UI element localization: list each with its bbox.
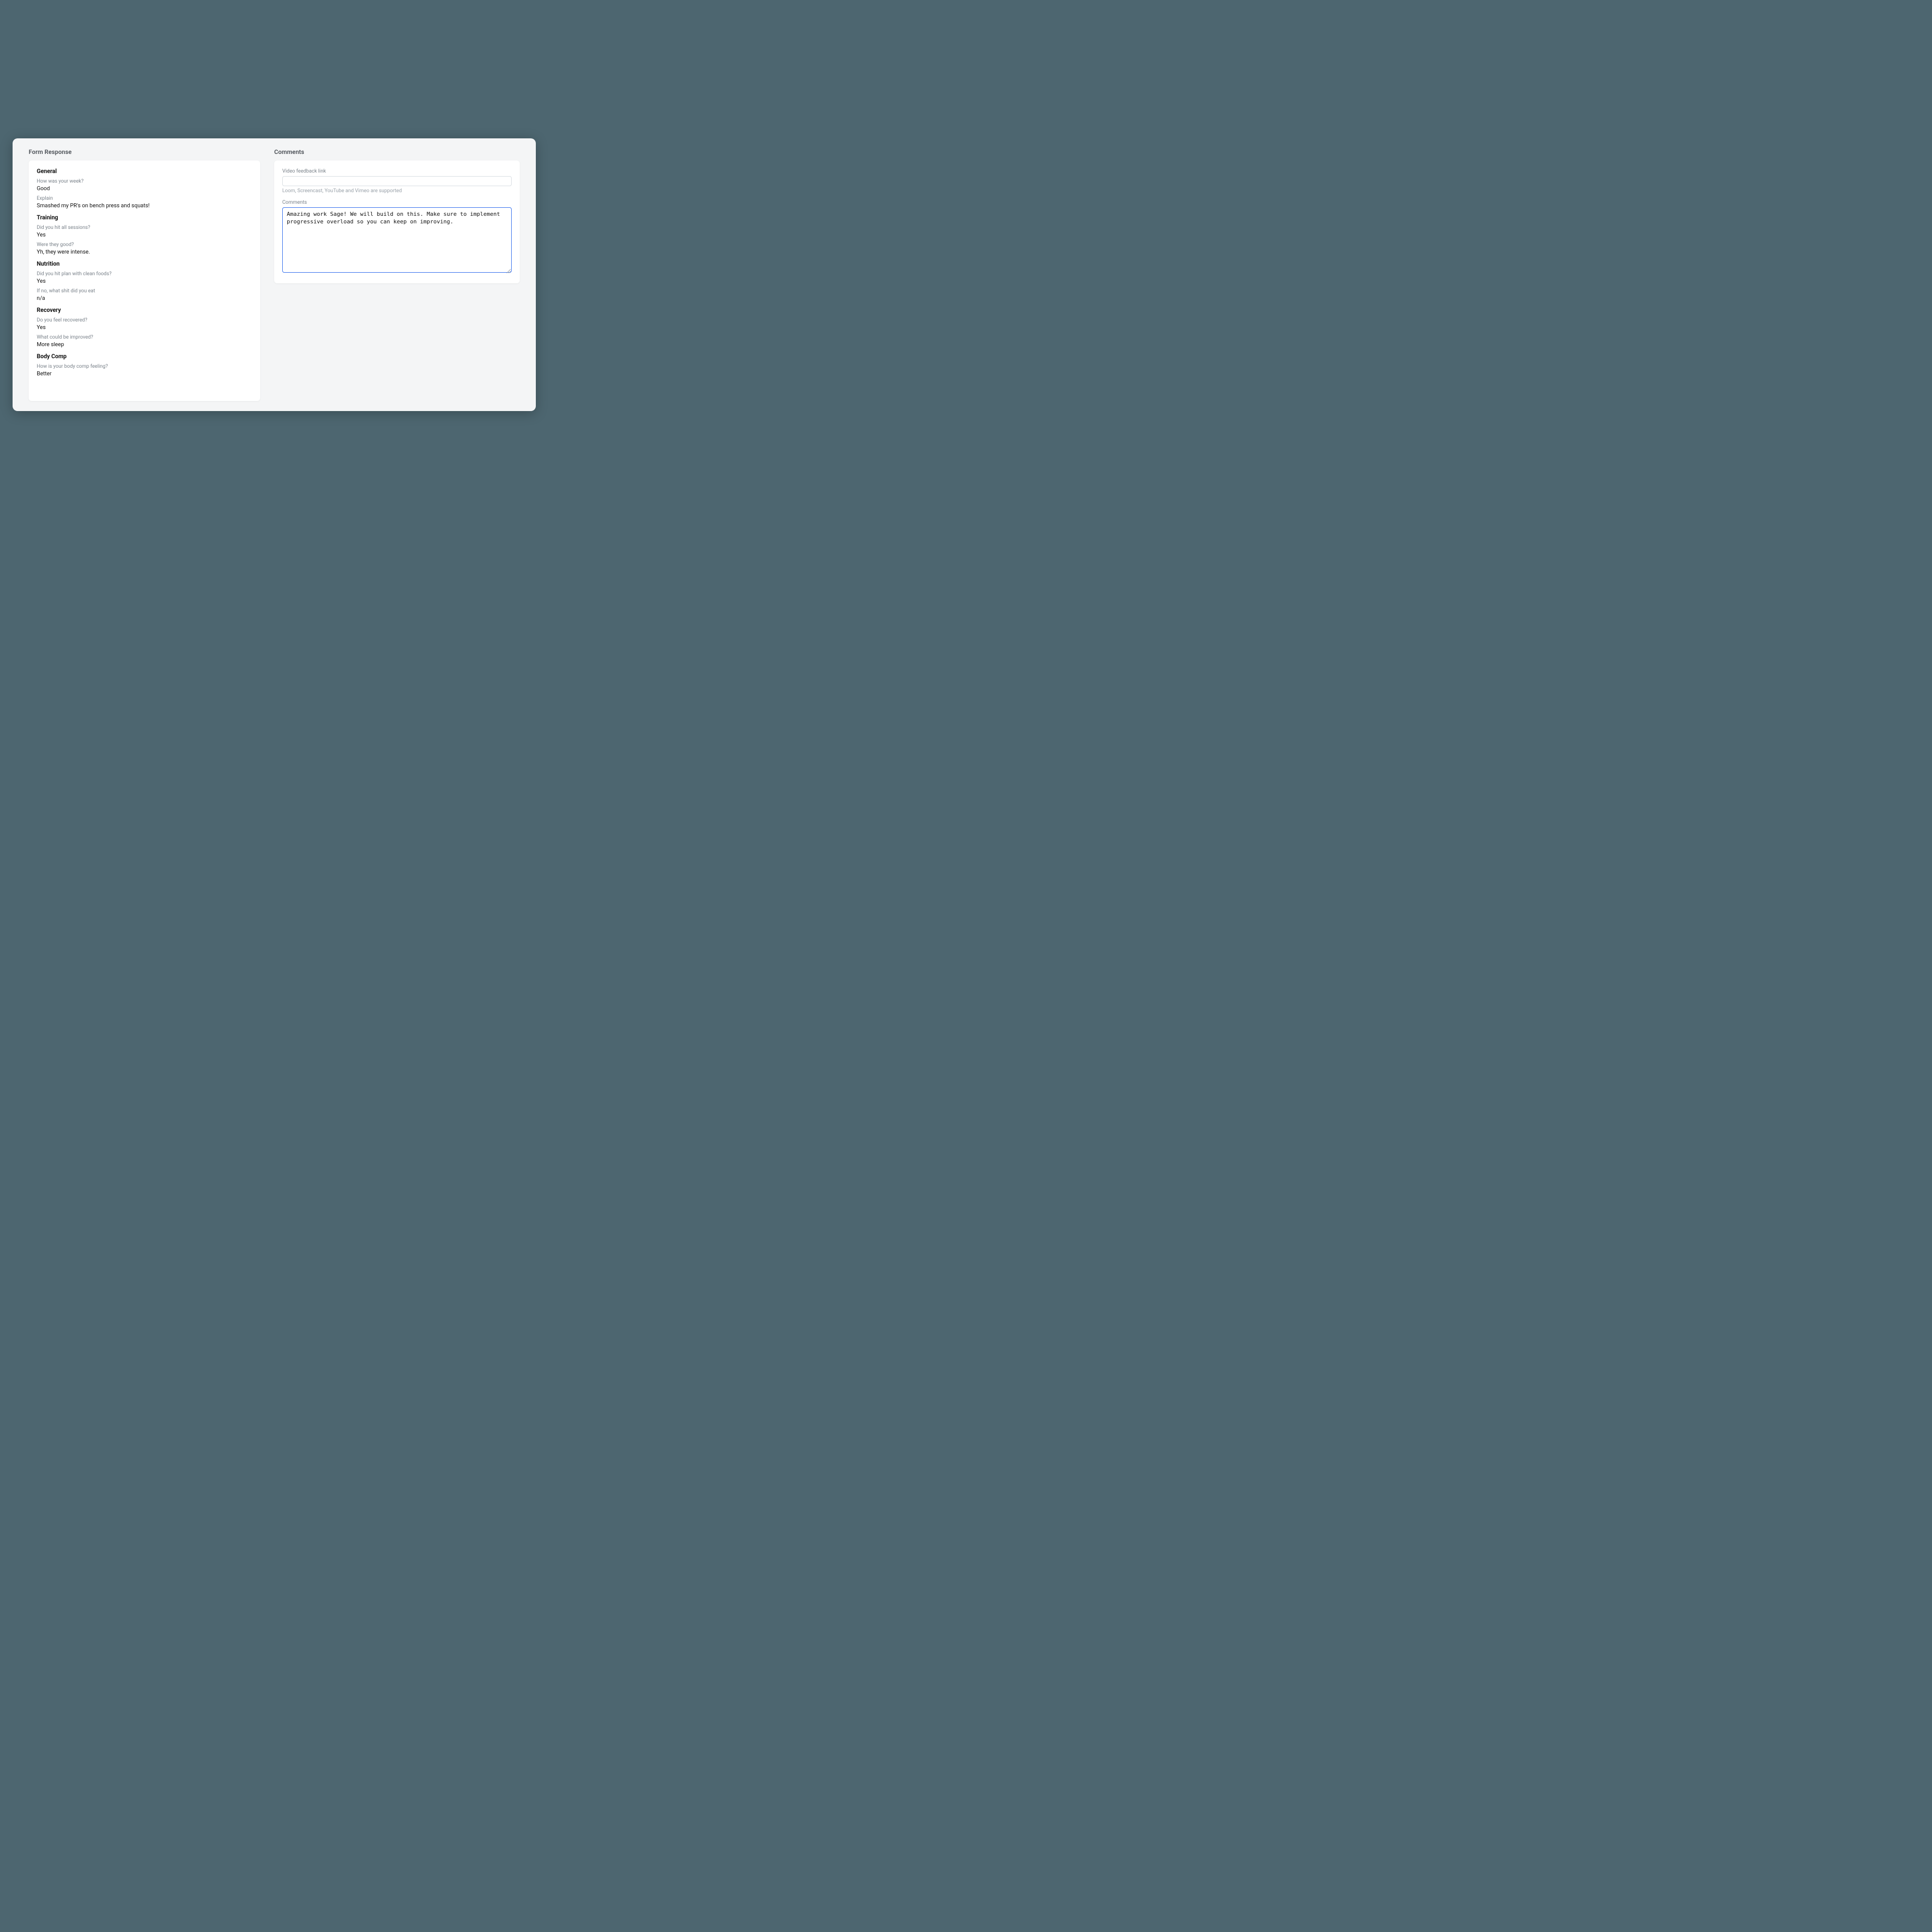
comments-card: Video feedback link Loom, Screencast, Yo… xyxy=(274,160,520,283)
form-response-card: General How was your week? Good Explain … xyxy=(29,160,260,401)
question: Explain xyxy=(37,196,252,201)
section-title-training: Training xyxy=(37,214,252,221)
question: Did you hit all sessions? xyxy=(37,225,252,230)
answer: Smashed my PR's on bench press and squat… xyxy=(37,202,252,209)
video-feedback-input[interactable] xyxy=(282,176,512,186)
answer: Better xyxy=(37,370,252,377)
video-feedback-helper: Loom, Screencast, YouTube and Vimeo are … xyxy=(282,188,512,194)
comments-textarea-wrap xyxy=(282,205,512,274)
question: If no, what shit did you eat xyxy=(37,288,252,294)
comments-panel: Comments Video feedback link Loom, Scree… xyxy=(274,148,520,401)
section-title-recovery: Recovery xyxy=(37,306,252,313)
modal: Form Response General How was your week?… xyxy=(13,138,536,411)
answer: Good xyxy=(37,185,252,192)
answer: More sleep xyxy=(37,341,252,348)
question: How was your week? xyxy=(37,179,252,184)
question: How is your body comp feeling? xyxy=(37,364,252,369)
video-feedback-label: Video feedback link xyxy=(282,169,512,174)
question: Do you feel recovered? xyxy=(37,317,252,323)
answer: Yes xyxy=(37,278,252,284)
question: Were they good? xyxy=(37,242,252,248)
comments-title: Comments xyxy=(274,148,520,155)
section-title-nutrition: Nutrition xyxy=(37,260,252,267)
question: Did you hit plan with clean foods? xyxy=(37,271,252,277)
comments-label: Comments xyxy=(282,200,512,205)
answer: n/a xyxy=(37,295,252,301)
answer: Yes xyxy=(37,324,252,331)
form-response-panel: Form Response General How was your week?… xyxy=(29,148,260,401)
question: What could be improved? xyxy=(37,335,252,340)
comments-textarea[interactable] xyxy=(282,207,512,273)
section-title-general: General xyxy=(37,168,252,175)
form-response-title: Form Response xyxy=(29,148,260,155)
answer: Yes xyxy=(37,231,252,238)
answer: Yh, they were intense. xyxy=(37,249,252,255)
section-title-bodycomp: Body Comp xyxy=(37,353,252,360)
